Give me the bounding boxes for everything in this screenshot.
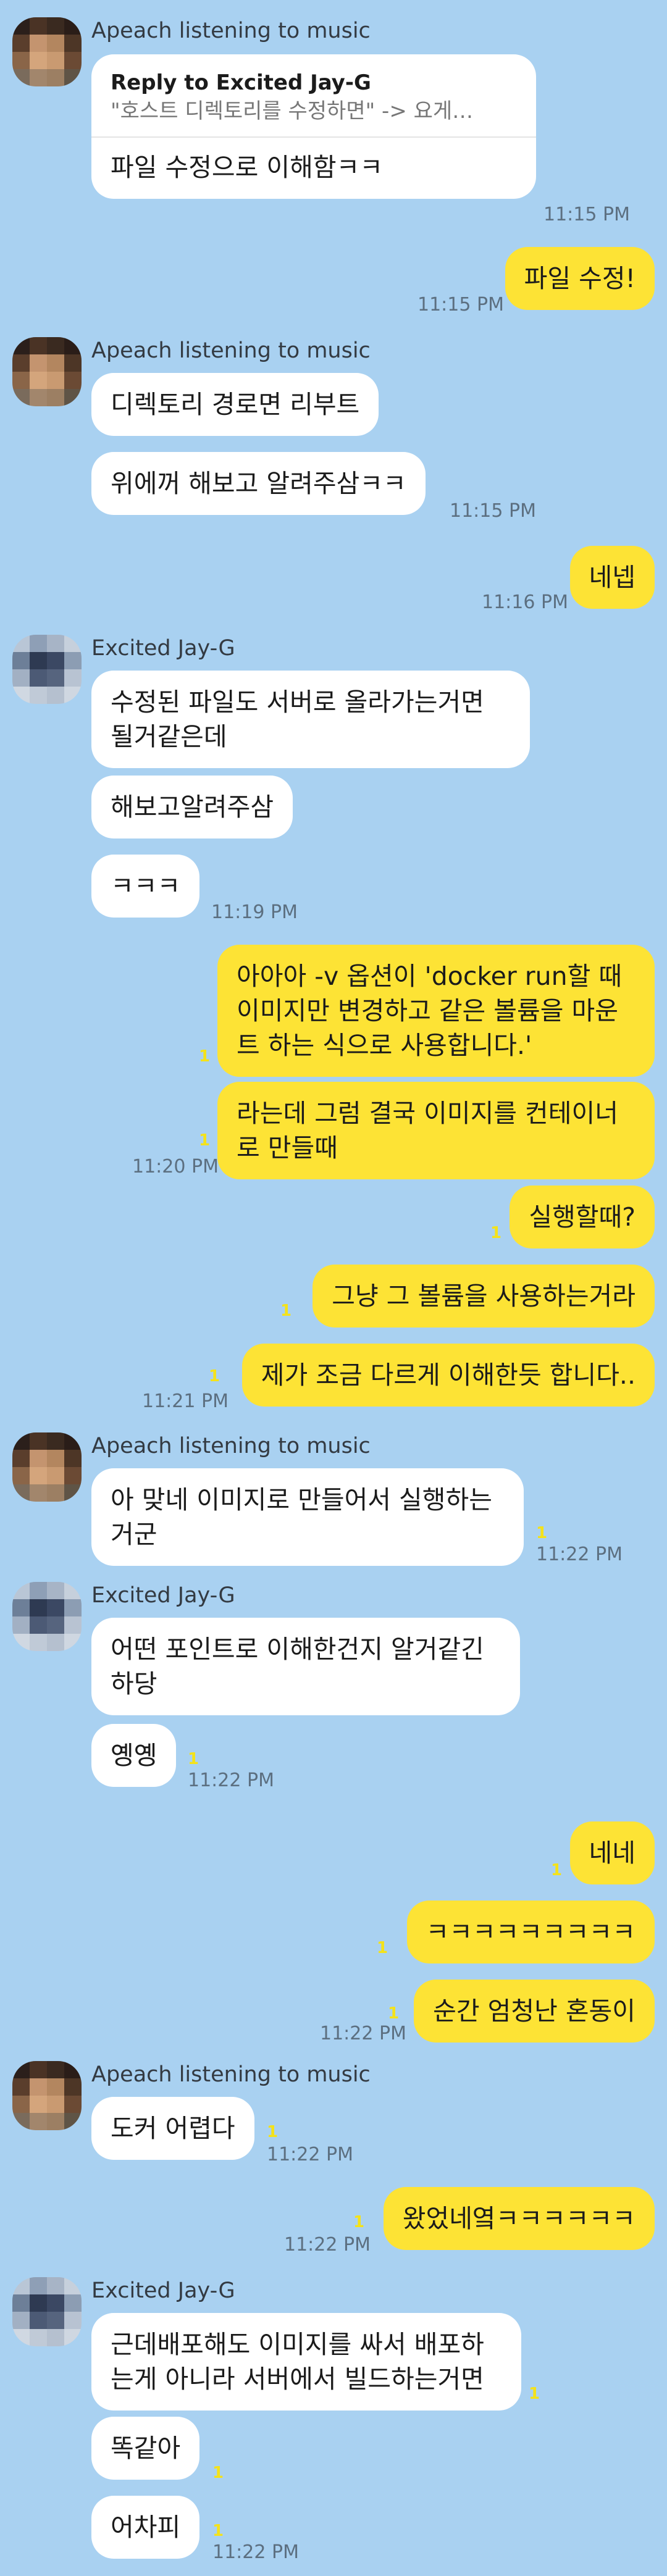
sender-name: Apeach listening to music [91,2062,371,2087]
message-bubble-outgoing[interactable]: 실행할때? [510,1186,655,1248]
message-text: 해보고알려주삼 [111,792,274,822]
message-text: 어떤 포인트로 이해한건지 알거같긴 하당 [111,1634,484,1699]
message-bubble-incoming[interactable]: 옝옝 [91,1724,177,1787]
message-text: 근데배포해도 이미지를 싸서 배포하는게 아니라 서버에서 빌드하는거면 [111,2330,484,2394]
unread-count: 1 [212,2464,224,2482]
timestamp: 11:22 PM [212,2541,299,2563]
timestamp: 11:15 PM [543,204,630,225]
unread-count: 1 [490,1224,502,1242]
unread-count: 1 [551,1861,563,1880]
message-bubble-outgoing[interactable]: 네네 [569,1821,655,1884]
message-bubble-incoming[interactable]: 어떤 포인트로 이해한건지 알거같긴 하당 [91,1618,520,1715]
avatar-jay-g[interactable] [12,1582,82,1651]
unread-count: 1 [188,1750,199,1768]
message-text: ㅋㅋㅋㅋㅋㅋㅋㅋㅋ [426,1917,636,1947]
unread-count: 1 [536,1524,548,1542]
message-bubble-incoming[interactable]: 위에꺼 해보고 알려주삼ㅋㅋ [91,452,426,515]
message-bubble-outgoing[interactable]: 파일 수정! [505,247,655,310]
message-text: 라는데 그럼 결국 이미지를 컨테이너로 만들때 [237,1098,618,1163]
message-bubble-incoming[interactable]: 도커 어렵다 [91,2097,254,2160]
message-text: 순간 엄청난 혼동이 [433,1996,636,2026]
message-text: 위에꺼 해보고 알려주삼ㅋㅋ [111,469,406,498]
unread-count: 1 [280,1302,292,1320]
message-text: 도커 어렵다 [111,2114,235,2143]
avatar-apeach[interactable] [12,1432,82,1502]
sender-name: Excited Jay-G [91,636,235,661]
message-bubble-incoming[interactable]: 근데배포해도 이미지를 싸서 배포하는게 아니라 서버에서 빌드하는거면 [91,2313,521,2411]
unread-count: 1 [212,2522,224,2540]
unread-count: 1 [209,1367,220,1386]
message-text: 수정된 파일도 서버로 올라가는거면 될거같은데 [111,687,484,751]
avatar-apeach[interactable] [12,17,82,86]
unread-count: 1 [267,2123,279,2141]
divider [91,136,536,138]
sender-name: Apeach listening to music [91,338,371,363]
message-bubble-incoming[interactable]: ㅋㅋㅋ [91,855,200,918]
message-text: 왔었네옄ㅋㅋㅋㅋㅋㅋ [402,2204,636,2233]
sender-name: Excited Jay-G [91,2278,235,2303]
timestamp: 11:22 PM [267,2144,353,2165]
timestamp: 11:16 PM [482,592,568,613]
reply-quote: "호스트 디렉토리를 수정하면" -> 요게… [111,99,474,123]
message-text: 아 맞네 이미지로 만들어서 실행하는 거군 [111,1485,492,1549]
timestamp: 11:19 PM [211,901,298,923]
message-bubble-incoming[interactable]: 어차피 [91,2496,200,2559]
message-bubble-outgoing[interactable]: 아아아 -v 옵션이 'docker run할 때 이미지만 변경하고 같은 볼… [217,945,655,1077]
unread-count: 1 [199,1131,211,1150]
timestamp: 11:15 PM [450,500,536,522]
message-text: 네네 [589,1838,636,1868]
message-text: 아아아 -v 옵션이 'docker run할 때 이미지만 변경하고 같은 볼… [237,961,623,1060]
message-text: 옝옝 [111,1741,157,1770]
message-text: 실행할때? [529,1202,636,1232]
message-text: 제가 조금 다르게 이해한듯 합니다.. [261,1360,636,1390]
message-text: 파일 수정으로 이해함ㅋㅋ [111,153,383,182]
unread-count: 1 [377,1939,388,1957]
message-text: 네넵 [589,562,636,592]
unread-count: 1 [388,2004,400,2023]
message-text: 파일 수정! [524,264,636,293]
message-text: 똑같아 [111,2433,181,2463]
reply-title: Reply to Excited Jay-G [111,70,371,95]
message-bubble-outgoing[interactable]: 네넵 [569,546,655,609]
message-text: 그냥 그 볼륨을 사용하는거라 [332,1281,636,1311]
sender-name: Apeach listening to music [91,1434,371,1458]
message-bubble-incoming[interactable]: 해보고알려주삼 [91,776,293,838]
message-bubble-incoming[interactable]: 아 맞네 이미지로 만들어서 실행하는 거군 [91,1468,524,1566]
message-bubble-incoming[interactable]: 수정된 파일도 서버로 올라가는거면 될거같은데 [91,671,530,768]
sender-name: Excited Jay-G [91,1583,235,1608]
timestamp: 11:20 PM [132,1156,219,1177]
message-text: ㅋㅋㅋ [111,871,181,901]
message-text: 디렉토리 경로면 리부트 [111,390,360,419]
unread-count: 1 [199,1047,211,1066]
avatar-apeach[interactable] [12,337,82,406]
avatar-apeach[interactable] [12,2061,82,2130]
message-bubble-outgoing[interactable]: ㅋㅋㅋㅋㅋㅋㅋㅋㅋ [406,1901,655,1963]
message-bubble-outgoing[interactable]: 제가 조금 다르게 이해한듯 합니다.. [241,1344,655,1407]
message-bubble-incoming[interactable]: 디렉토리 경로면 리부트 [91,373,379,436]
sender-name: Apeach listening to music [91,19,371,43]
message-bubble-outgoing[interactable]: 라는데 그럼 결국 이미지를 컨테이너로 만들때 [217,1082,655,1179]
avatar-jay-g[interactable] [12,635,82,704]
message-bubble-outgoing[interactable]: 그냥 그 볼륨을 사용하는거라 [313,1265,655,1328]
unread-count: 1 [529,2385,540,2403]
unread-count: 1 [353,2213,365,2231]
timestamp: 11:15 PM [417,294,504,316]
timestamp: 11:22 PM [536,1544,623,1565]
timestamp: 11:21 PM [142,1390,229,1412]
avatar-jay-g[interactable] [12,2277,82,2346]
reply-message-bubble[interactable]: Reply to Excited Jay-G "호스트 디렉토리를 수정하면" … [91,54,536,199]
timestamp: 11:22 PM [284,2234,371,2256]
message-bubble-incoming[interactable]: 똑같아 [91,2417,200,2480]
message-text: 어차피 [111,2512,181,2542]
timestamp: 11:22 PM [320,2023,406,2044]
message-bubble-outgoing[interactable]: 왔었네옄ㅋㅋㅋㅋㅋㅋ [383,2187,655,2250]
message-bubble-outgoing[interactable]: 순간 엄청난 혼동이 [414,1980,655,2043]
timestamp: 11:22 PM [188,1770,274,1791]
